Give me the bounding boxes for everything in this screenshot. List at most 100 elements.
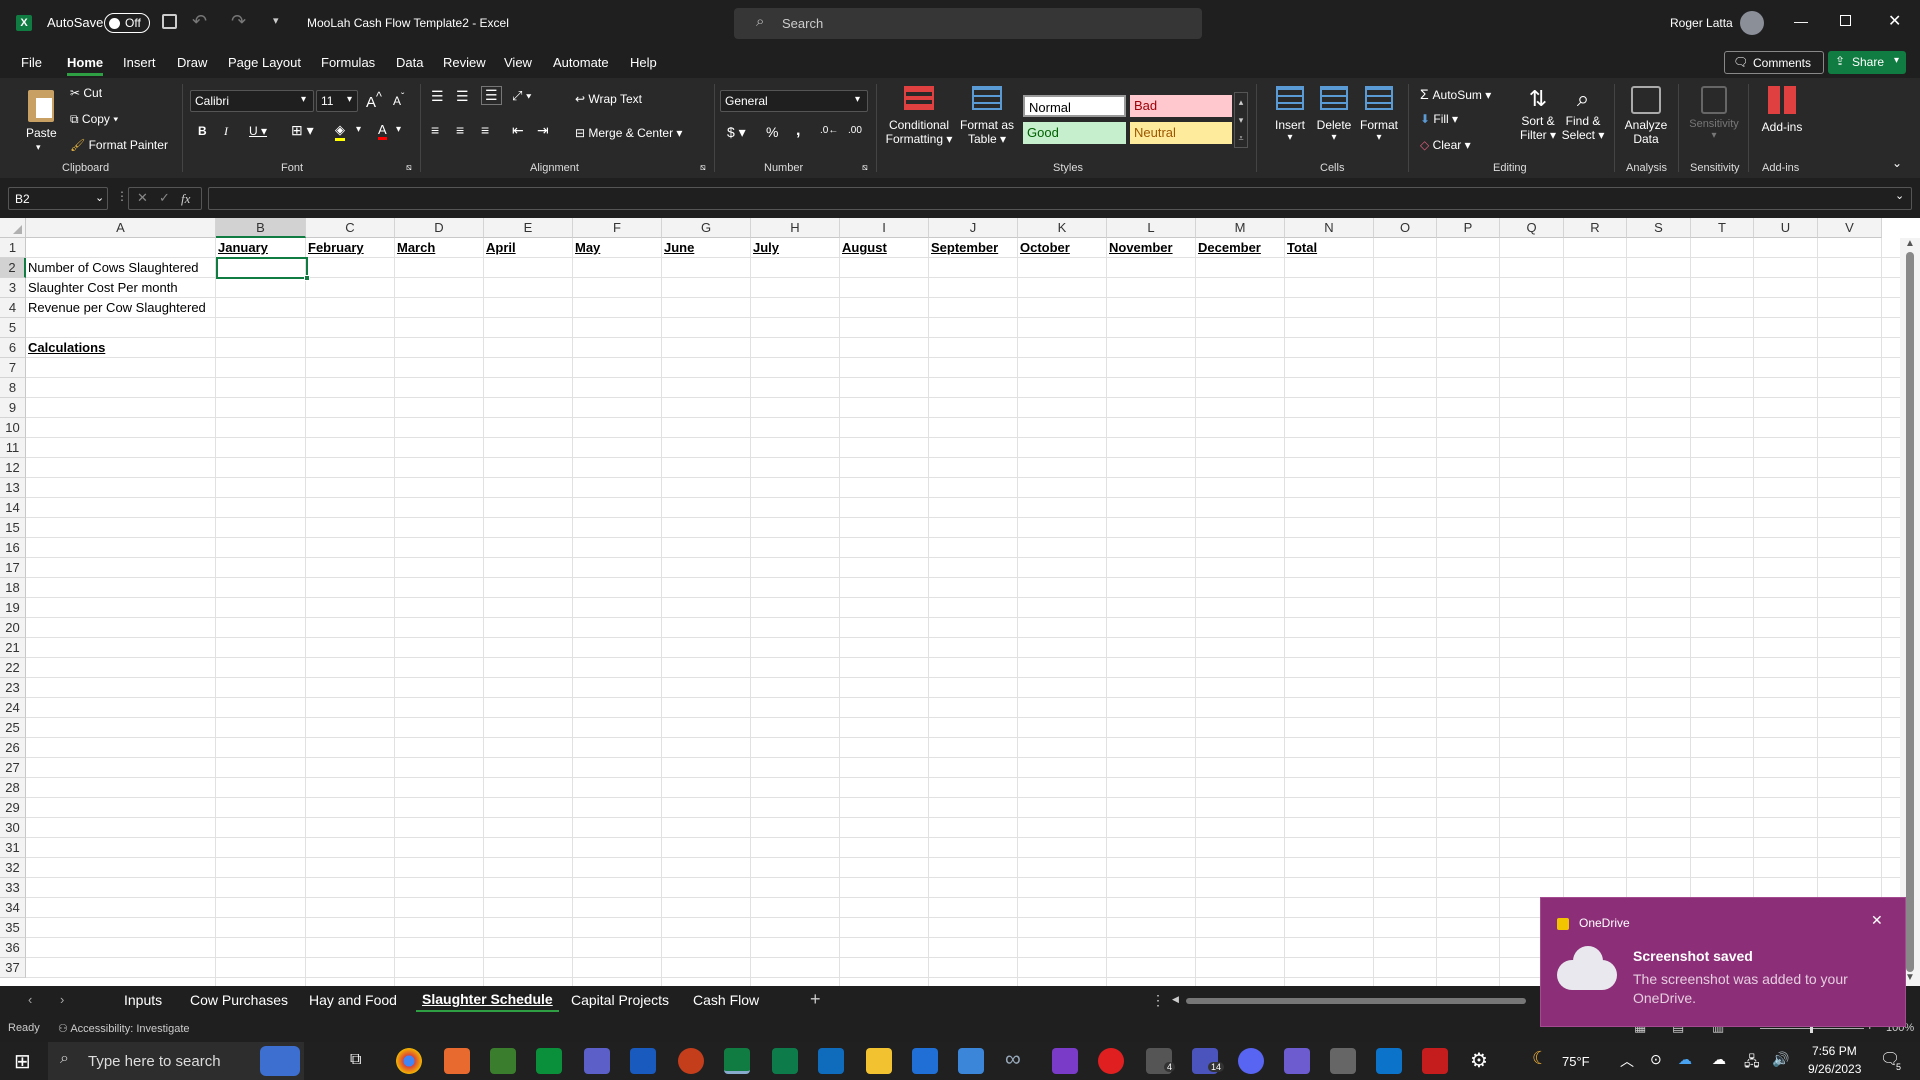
row-header-34[interactable]: 34 bbox=[0, 898, 26, 918]
outlook-icon[interactable] bbox=[818, 1048, 844, 1074]
task-view-icon[interactable]: ⧉ bbox=[350, 1051, 361, 1069]
comments-button[interactable]: 🗨 Comments bbox=[1724, 51, 1824, 74]
underline-icon[interactable]: U ▾ bbox=[249, 124, 267, 138]
menu-insert[interactable]: Insert bbox=[123, 55, 156, 70]
tab-cow-purchases[interactable]: Cow Purchases bbox=[190, 992, 288, 1008]
column-header-l[interactable]: L bbox=[1107, 218, 1196, 238]
font-color-icon[interactable]: A bbox=[378, 122, 387, 140]
month-header-august[interactable]: August bbox=[842, 238, 887, 258]
column-header-v[interactable]: V bbox=[1818, 218, 1882, 238]
user-name[interactable]: Roger Latta bbox=[1670, 16, 1733, 30]
insert-cells-button[interactable]: Insert ▾ bbox=[1268, 86, 1312, 162]
column-header-u[interactable]: U bbox=[1754, 218, 1818, 238]
row-header-33[interactable]: 33 bbox=[0, 878, 26, 898]
copy-button[interactable]: ⧉ Copy ▾ bbox=[70, 112, 118, 127]
comma-icon[interactable]: , bbox=[796, 122, 800, 140]
accessibility-status[interactable]: ⚇ Accessibility: Investigate bbox=[58, 1022, 190, 1035]
menu-page-layout[interactable]: Page Layout bbox=[228, 55, 301, 70]
month-header-january[interactable]: January bbox=[218, 238, 268, 258]
row-header-29[interactable]: 29 bbox=[0, 798, 26, 818]
decrease-decimal-icon[interactable]: .00 bbox=[848, 125, 862, 136]
column-header-d[interactable]: D bbox=[395, 218, 484, 238]
clear-button[interactable]: ◇ Clear ▾ bbox=[1420, 138, 1471, 152]
save-icon[interactable] bbox=[162, 14, 177, 29]
word-icon[interactable] bbox=[630, 1048, 656, 1074]
row-header-8[interactable]: 8 bbox=[0, 378, 26, 398]
row-header-3[interactable]: 3 bbox=[0, 278, 26, 298]
formula-input[interactable] bbox=[208, 187, 1912, 210]
more-options-icon[interactable]: ⋮ bbox=[1151, 992, 1165, 1009]
column-header-c[interactable]: C bbox=[306, 218, 395, 238]
row-header-37[interactable]: 37 bbox=[0, 958, 26, 978]
tab-slaughter-schedule[interactable]: Slaughter Schedule bbox=[416, 989, 559, 1012]
column-header-n[interactable]: N bbox=[1285, 218, 1374, 238]
sensitivity-button[interactable]: Sensitivity ▾ bbox=[1684, 86, 1744, 162]
row-header-22[interactable]: 22 bbox=[0, 658, 26, 678]
chrome-icon[interactable] bbox=[396, 1048, 422, 1074]
tray-chevron-icon[interactable]: ︿ bbox=[1620, 1051, 1634, 1071]
style-normal[interactable]: Normal bbox=[1023, 95, 1126, 117]
tab-scroll-left-icon[interactable]: ‹ bbox=[28, 992, 32, 1007]
media-icon[interactable] bbox=[1098, 1048, 1124, 1074]
scroll-up-icon[interactable]: ▲ bbox=[1905, 238, 1915, 249]
project-icon[interactable] bbox=[772, 1048, 798, 1074]
row-header-15[interactable]: 15 bbox=[0, 518, 26, 538]
redo-icon[interactable]: ↷ bbox=[231, 11, 246, 32]
month-header-july[interactable]: July bbox=[753, 238, 779, 258]
scroll-down-icon[interactable]: ▼ bbox=[1905, 972, 1915, 983]
row-header-30[interactable]: 30 bbox=[0, 818, 26, 838]
number-dialog-launcher-icon[interactable]: ⧅ bbox=[862, 162, 868, 173]
font-dialog-launcher-icon[interactable]: ⧅ bbox=[406, 162, 412, 173]
weather-temp[interactable]: 75°F bbox=[1562, 1054, 1590, 1069]
menu-help[interactable]: Help bbox=[630, 55, 657, 70]
autosave-toggle[interactable]: Off bbox=[104, 13, 150, 33]
borders-icon[interactable]: ⊞ ▾ bbox=[291, 122, 314, 139]
merge-center-button[interactable]: ⊟ Merge & Center ▾ bbox=[575, 126, 682, 140]
chat-icon[interactable] bbox=[536, 1048, 562, 1074]
column-header-j[interactable]: J bbox=[929, 218, 1018, 238]
calculator-icon[interactable] bbox=[1330, 1048, 1356, 1074]
tab-scroll-right-icon[interactable]: › bbox=[60, 992, 64, 1007]
onedrive-personal-icon[interactable]: ☁ bbox=[1712, 1051, 1726, 1068]
add-ins-button[interactable]: Add-ins bbox=[1754, 86, 1810, 162]
name-box[interactable]: B2 ⌄ bbox=[8, 187, 108, 210]
italic-icon[interactable]: I bbox=[224, 124, 228, 139]
increase-decimal-icon[interactable]: .0← bbox=[820, 125, 838, 136]
styles-scroll[interactable]: ▴ ▾ ⩡ bbox=[1234, 92, 1248, 148]
acrobat-icon[interactable] bbox=[1422, 1048, 1448, 1074]
xbox-icon[interactable] bbox=[490, 1048, 516, 1074]
delete-cells-button[interactable]: Delete ▾ bbox=[1312, 86, 1356, 162]
column-header-m[interactable]: M bbox=[1196, 218, 1285, 238]
row-header-13[interactable]: 13 bbox=[0, 478, 26, 498]
column-header-p[interactable]: P bbox=[1437, 218, 1500, 238]
search-box[interactable]: ⌕ Search bbox=[734, 8, 1202, 39]
paste-button[interactable]: Paste ▾ bbox=[18, 84, 64, 162]
month-header-october[interactable]: October bbox=[1020, 238, 1070, 258]
more-options-icon[interactable]: ⋮ bbox=[116, 189, 128, 203]
menu-automate[interactable]: Automate bbox=[553, 55, 609, 70]
column-header-a[interactable]: A bbox=[26, 218, 216, 238]
format-cells-button[interactable]: Format ▾ bbox=[1356, 86, 1402, 162]
row-header-14[interactable]: 14 bbox=[0, 498, 26, 518]
column-header-h[interactable]: H bbox=[751, 218, 840, 238]
row-header-4[interactable]: 4 bbox=[0, 298, 26, 318]
row-header-17[interactable]: 17 bbox=[0, 558, 26, 578]
row-header-27[interactable]: 27 bbox=[0, 758, 26, 778]
align-left-icon[interactable]: ≡ bbox=[431, 122, 439, 138]
style-good[interactable]: Good bbox=[1023, 122, 1126, 144]
align-middle-icon[interactable]: ☰ bbox=[456, 88, 469, 105]
h-scroll-thumb[interactable] bbox=[1186, 998, 1526, 1004]
enter-icon[interactable]: ✓ bbox=[159, 190, 170, 206]
row-header-7[interactable]: 7 bbox=[0, 358, 26, 378]
row-header-6[interactable]: 6 bbox=[0, 338, 26, 358]
font-size-select[interactable]: 11 ▾ bbox=[316, 90, 358, 112]
conditional-formatting-button[interactable]: Conditional Formatting ▾ bbox=[884, 86, 954, 162]
row-header-23[interactable]: 23 bbox=[0, 678, 26, 698]
column-header-k[interactable]: K bbox=[1018, 218, 1107, 238]
percent-icon[interactable]: % bbox=[766, 124, 778, 140]
store-icon[interactable] bbox=[958, 1048, 984, 1074]
powerpoint-icon[interactable] bbox=[678, 1048, 704, 1074]
menu-draw[interactable]: Draw bbox=[177, 55, 207, 70]
restore-icon[interactable] bbox=[1840, 15, 1851, 26]
select-all-corner[interactable] bbox=[0, 218, 26, 238]
